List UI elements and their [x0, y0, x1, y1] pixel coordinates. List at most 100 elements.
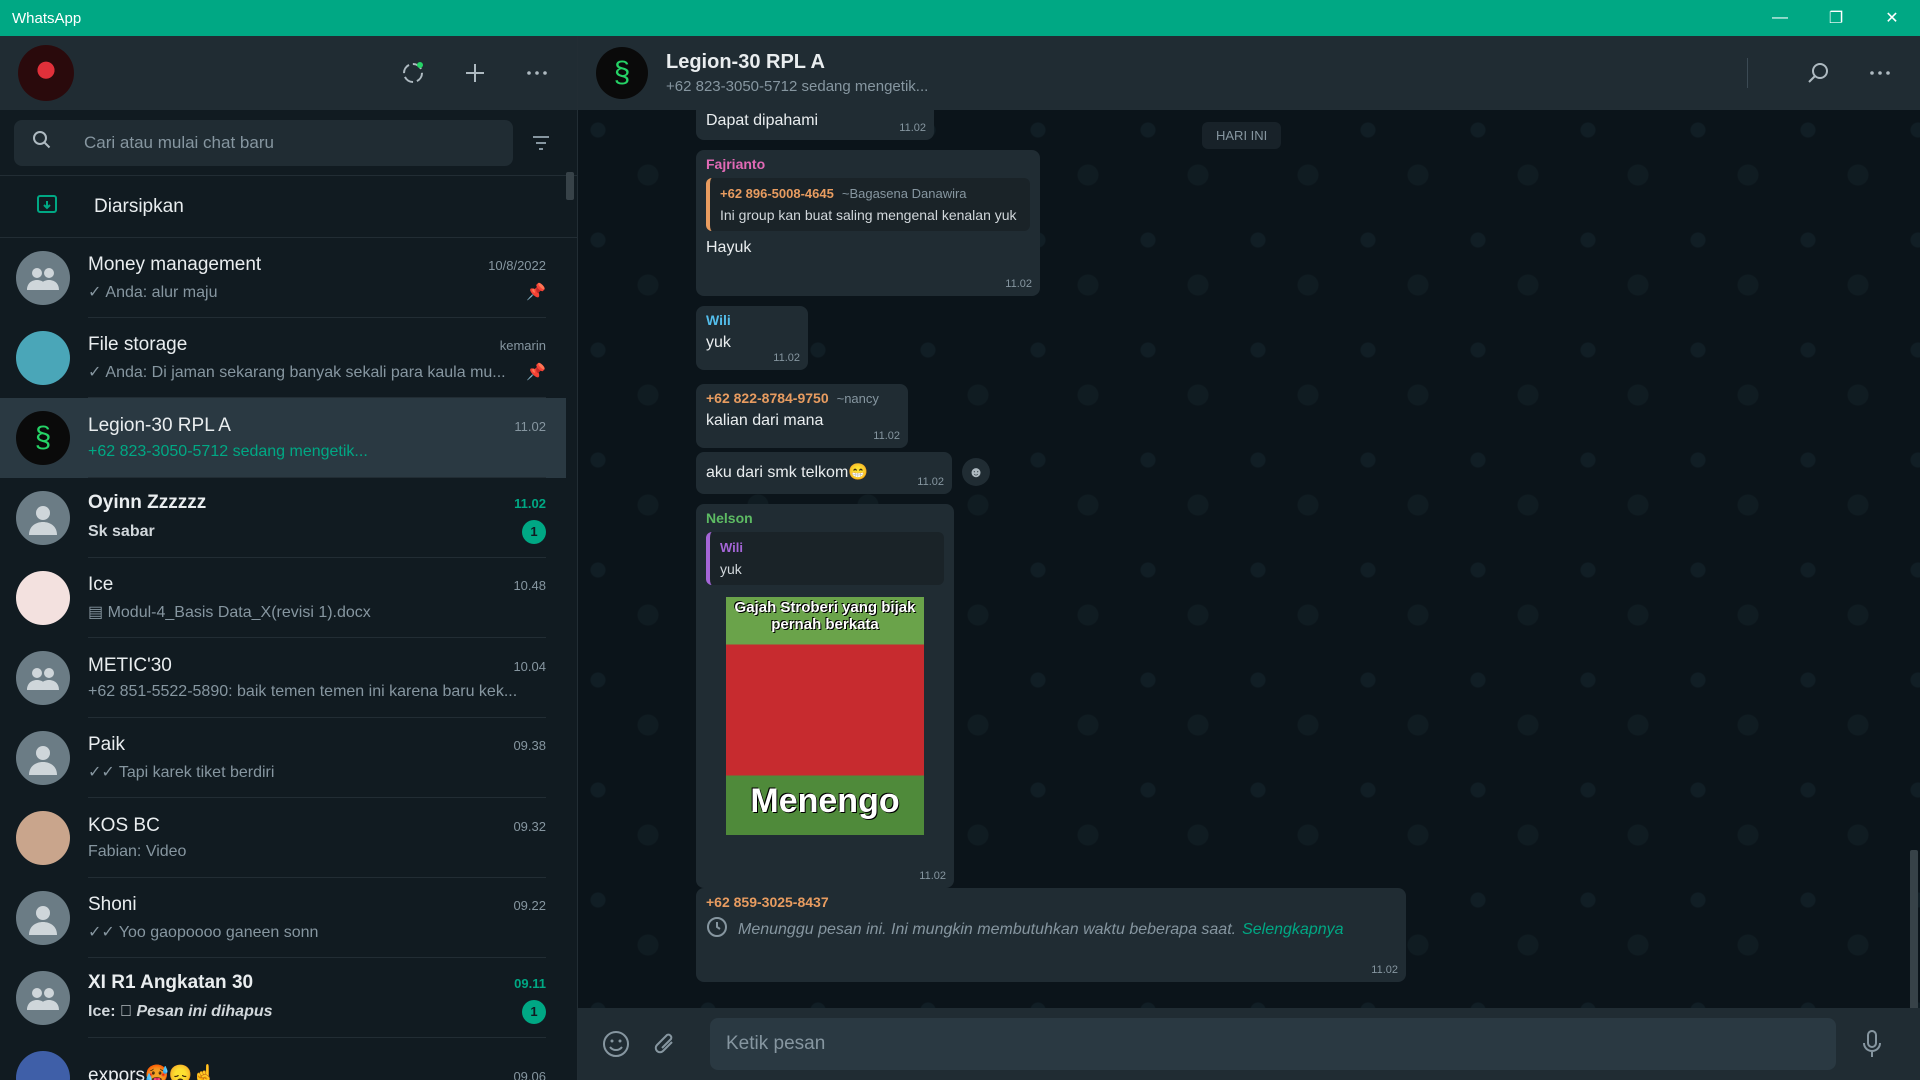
chat-name: KOS BC — [88, 814, 160, 836]
chat-preview: ✓ Anda: alur maju — [88, 283, 218, 301]
message-scrollbar[interactable] — [1910, 850, 1918, 1008]
message-time: 11.02 — [919, 870, 946, 882]
chat-preview: Fabian: Video — [88, 842, 187, 860]
group-avatar[interactable]: § — [596, 47, 648, 99]
chat-item[interactable]: Oyinn Zzzzzz 11.02 Sk sabar 1 — [0, 478, 566, 558]
chat-list: Money management 10/8/2022 ✓ Anda: alur ma… — [0, 238, 577, 1080]
search-input[interactable] — [84, 132, 513, 153]
chat-name: expors🥵😞☝ — [88, 1064, 216, 1080]
date-chip: HARI INI — [1202, 122, 1282, 149]
chat-name: Paik — [88, 733, 125, 755]
chat-time: 09.32 — [513, 818, 546, 834]
chat-name: Legion-30 RPL A — [88, 414, 231, 436]
profile-avatar[interactable] — [18, 45, 74, 101]
emoji-icon[interactable] — [596, 1024, 636, 1064]
chat-preview: Sk sabar — [88, 522, 155, 540]
person-avatar — [16, 891, 70, 945]
clock-icon — [706, 916, 728, 943]
microphone-icon[interactable] — [1852, 1024, 1892, 1064]
message-bubble[interactable]: Wili yuk 11.02 — [696, 306, 808, 370]
window-titlebar: WhatsApp — ❐ ✕ — [0, 0, 1920, 36]
chat-subtitle: +62 823-3050-5712 sedang mengetik... — [666, 78, 929, 95]
chat-time: 11.02 — [514, 495, 546, 511]
chat-time: 09.38 — [513, 737, 546, 753]
message-sender: Fajrianto — [706, 156, 766, 172]
message-time: 11.02 — [1005, 278, 1032, 290]
message-bubble[interactable]: Dapat dipahami 11.02 — [696, 110, 934, 140]
menu-icon[interactable] — [1858, 51, 1902, 95]
chat-item[interactable]: File storage kemarin ✓ Anda: Di jaman seka… — [0, 318, 566, 398]
message-sender: +62 859-3025-8437 — [706, 894, 829, 910]
archived-row[interactable]: Diarsipkan — [0, 176, 577, 238]
divider — [1747, 58, 1748, 88]
chat-name: METIC'30 — [88, 654, 172, 676]
quoted-message[interactable]: Wili yuk — [706, 532, 944, 585]
chat-panel: § Legion-30 RPL A +62 823-3050-5712 seda… — [578, 36, 1920, 1080]
chat-header[interactable]: § Legion-30 RPL A +62 823-3050-5712 seda… — [578, 36, 1920, 110]
read-tick-icon: ✓✓ — [88, 763, 115, 781]
pin-icon: 📌 — [526, 283, 546, 301]
status-icon[interactable] — [391, 51, 435, 95]
message-sender: +62 822-8784-9750 ~nancy — [706, 390, 879, 406]
restore-button[interactable]: ❐ — [1808, 0, 1864, 36]
chat-title: Legion-30 RPL A — [666, 51, 825, 73]
message-bubble[interactable]: +62 859-3025-8437 Menunggu pesan ini. In… — [696, 888, 1406, 982]
message-bubble[interactable]: aku dari smk telkom😁 11.02 — [696, 452, 952, 494]
chat-preview: Ice: ⃠ Pesan ini dihapus — [88, 1002, 273, 1020]
close-button[interactable]: ✕ — [1864, 0, 1920, 36]
chat-time: kemarin — [499, 337, 546, 353]
message-bubble[interactable]: Fajrianto +62 896-5008-4645 ~Bagasena Dan… — [696, 150, 1040, 296]
message-area[interactable]: Dapat dipahami 11.02 HARI INI Fajrianto … — [578, 110, 1920, 1008]
chat-item[interactable]: XI R1 Angkatan 30 09.11 Ice: ⃠ Pesan ini … — [0, 958, 566, 1038]
message-input-box[interactable] — [710, 1018, 1836, 1070]
sent-tick-icon: ✓ — [88, 283, 102, 301]
message-sender: Wili — [706, 312, 731, 328]
chat-name: Ice — [88, 573, 114, 595]
app-title: WhatsApp — [12, 9, 82, 27]
group-avatar — [16, 971, 70, 1025]
search-row — [0, 110, 577, 176]
chat-item[interactable]: expors🥵😞☝ 09.06 — [0, 1038, 566, 1080]
sent-tick-icon: ✓ — [88, 363, 102, 381]
sidebar-header — [0, 36, 577, 110]
message-time: 11.02 — [1371, 964, 1398, 976]
chat-item[interactable]: KOS BC 09.32 Fabian: Video — [0, 798, 566, 878]
chat-item[interactable]: Paik 09.38 ✓✓ Tapi karek tiket berdiri — [0, 718, 566, 798]
new-chat-icon[interactable] — [453, 51, 497, 95]
emoji-reaction-icon[interactable]: ☻ — [962, 458, 990, 486]
chat-preview: ✓✓ Yoo gaopoooo ganeen sonn — [88, 923, 319, 941]
chat-item-active[interactable]: § Legion-30 RPL A 11.02 +62 823-3050-5712… — [0, 398, 566, 478]
chat-item[interactable]: METIC'30 10.04 +62 851-5522-5890: baik te… — [0, 638, 566, 718]
quoted-message[interactable]: +62 896-5008-4645 ~Bagasena Danawira Ini … — [706, 178, 1030, 231]
search-icon[interactable] — [1796, 51, 1840, 95]
chat-item[interactable]: Ice 10.48 ▤ Modul-4_Basis Data_X(revisi 1… — [0, 558, 566, 638]
message-sender: Nelson — [706, 510, 753, 526]
menu-icon[interactable] — [515, 51, 559, 95]
chat-preview: ✓✓ Tapi karek tiket berdiri — [88, 763, 275, 781]
message-input[interactable] — [726, 1033, 1836, 1055]
learn-more-link[interactable]: Selengkapnya — [1242, 921, 1343, 939]
chat-avatar — [16, 1051, 70, 1080]
chat-preview: +62 823-3050-5712 sedang mengetik... — [88, 442, 368, 460]
message-bubble[interactable]: Nelson Wili yuk Gajah Stroberi yang bija… — [696, 504, 954, 888]
filter-icon[interactable] — [519, 121, 563, 165]
message-time: 11.02 — [773, 352, 800, 364]
chat-item[interactable]: Money management 10/8/2022 ✓ Anda: alur ma… — [0, 238, 566, 318]
message-time: 11.02 — [899, 122, 926, 134]
message-bubble[interactable]: +62 822-8784-9750 ~nancy kalian dari mana… — [696, 384, 908, 448]
person-avatar — [16, 731, 70, 785]
composer — [578, 1008, 1920, 1080]
message-time: 11.02 — [873, 430, 900, 442]
chat-name: Shoni — [88, 893, 137, 915]
sidebar-scrollbar[interactable] — [566, 172, 574, 200]
attach-icon[interactable] — [646, 1024, 686, 1064]
minimize-button[interactable]: — — [1752, 0, 1808, 36]
search-box[interactable] — [14, 119, 513, 166]
chat-time: 10.48 — [513, 577, 546, 593]
sticker-image[interactable]: Gajah Stroberi yang bijak pernah berkata… — [726, 597, 924, 835]
chat-time: 09.22 — [513, 897, 546, 913]
document-icon: ▤ — [88, 603, 108, 621]
chat-item[interactable]: Shoni 09.22 ✓✓ Yoo gaopoooo ganeen sonn — [0, 878, 566, 958]
group-avatar — [16, 651, 70, 705]
unread-badge: 1 — [522, 999, 546, 1024]
